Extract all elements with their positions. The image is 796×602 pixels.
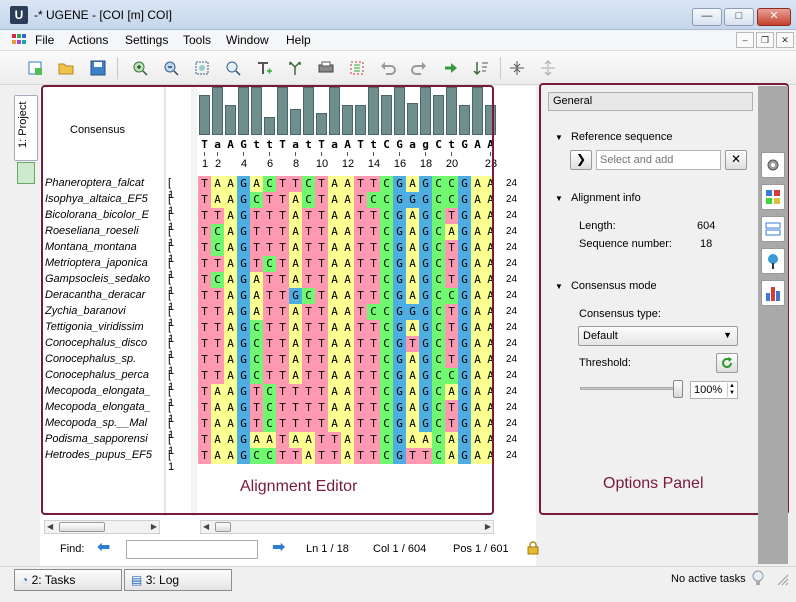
- menu-file[interactable]: File: [35, 33, 54, 47]
- resize-grip-icon[interactable]: [774, 571, 790, 587]
- build-tree-icon[interactable]: [286, 59, 304, 77]
- project-tab-label: 1: Project: [17, 101, 29, 148]
- reset-zoom-icon[interactable]: [224, 59, 242, 77]
- ugene-logo-icon: U: [10, 6, 28, 24]
- find-input[interactable]: [126, 540, 258, 559]
- sequence-position: Pos 1 / 601: [453, 543, 509, 555]
- mdi-minimize-button[interactable]: –: [736, 32, 754, 48]
- find-label: Find:: [60, 543, 85, 555]
- sequence-length: 24: [506, 194, 518, 205]
- redo-icon[interactable]: [410, 59, 428, 77]
- options-panel-highlight: [539, 83, 789, 515]
- pairwise-alignment-icon[interactable]: [761, 216, 785, 242]
- sequence-length: 24: [506, 354, 518, 365]
- toolbar-separator: [117, 57, 118, 79]
- clock-icon: ◔: [21, 573, 29, 587]
- log-tab[interactable]: ▤ 3: Log: [124, 569, 232, 591]
- scroll-left-icon[interactable]: ◀: [203, 522, 209, 531]
- undo-icon[interactable]: [379, 59, 397, 77]
- sequence-length: 24: [506, 386, 518, 397]
- tasks-tab[interactable]: ◔ 2: Tasks: [14, 569, 122, 591]
- menu-settings[interactable]: Settings: [125, 33, 168, 47]
- menu-help[interactable]: Help: [286, 33, 311, 47]
- print-icon[interactable]: [317, 59, 335, 77]
- sequence-length: 24: [506, 418, 518, 429]
- sequence-length: 24: [506, 226, 518, 237]
- task-status: No active tasks: [671, 573, 746, 585]
- scroll-right-icon[interactable]: ▶: [151, 522, 157, 531]
- sequence-length: 24: [506, 290, 518, 301]
- zoom-to-selection-icon[interactable]: [193, 59, 211, 77]
- sequence-length: 24: [506, 434, 518, 445]
- alignment-editor-highlight: [41, 85, 494, 515]
- mdi-restore-button[interactable]: ❐: [756, 32, 774, 48]
- save-icon[interactable]: [89, 59, 107, 77]
- notification-bulb-icon[interactable]: [752, 570, 764, 586]
- select-region-icon[interactable]: [348, 59, 366, 77]
- window-menu-icon[interactable]: [12, 34, 26, 46]
- tasks-tab-label: 2: Tasks: [31, 573, 76, 587]
- options-panel-caption: Options Panel: [603, 475, 704, 492]
- add-text-icon[interactable]: [255, 59, 273, 77]
- scroll-right-icon[interactable]: ▶: [485, 522, 491, 531]
- lock-icon[interactable]: [527, 541, 539, 555]
- scrollbar-thumb[interactable]: [59, 522, 105, 532]
- collapse-icon[interactable]: [508, 59, 526, 77]
- zoom-out-icon[interactable]: [162, 59, 180, 77]
- find-previous-icon[interactable]: ⬅: [97, 540, 113, 557]
- scroll-left-icon[interactable]: ◀: [47, 522, 53, 531]
- settings-icon[interactable]: [761, 152, 785, 178]
- column-position: Col 1 / 604: [373, 543, 427, 555]
- sequence-length: 24: [506, 274, 518, 285]
- statistics-icon[interactable]: [761, 280, 785, 306]
- book-icon: ▤: [131, 573, 143, 587]
- project-view-icon[interactable]: [17, 162, 35, 184]
- sequence-length: 24: [506, 242, 518, 253]
- sequence-length: 24: [506, 178, 518, 189]
- tree-settings-icon[interactable]: [761, 248, 785, 274]
- sequence-length: 24: [506, 322, 518, 333]
- sequence-length: 24: [506, 338, 518, 349]
- log-tab-label: 3: Log: [145, 573, 180, 587]
- sequence-length: 24: [506, 258, 518, 269]
- new-document-icon[interactable]: [26, 59, 44, 77]
- open-folder-icon[interactable]: [57, 59, 75, 77]
- menu-window[interactable]: Window: [226, 33, 269, 47]
- alignment-editor-caption: Alignment Editor: [240, 478, 358, 495]
- sequence-length: 24: [506, 306, 518, 317]
- menu-tools[interactable]: Tools: [183, 33, 211, 47]
- toolbar: [0, 51, 796, 85]
- minimize-button[interactable]: —: [692, 8, 722, 26]
- sequence-length: 24: [506, 370, 518, 381]
- menu-actions[interactable]: Actions: [69, 33, 108, 47]
- sort-icon[interactable]: [472, 59, 490, 77]
- alignment-horizontal-scrollbar[interactable]: ◀ ▶: [200, 520, 494, 534]
- color-scheme-icon[interactable]: [761, 184, 785, 210]
- expand-icon[interactable]: [539, 59, 557, 77]
- go-right-icon[interactable]: [441, 59, 459, 77]
- sequence-length: 24: [506, 210, 518, 221]
- zoom-in-icon[interactable]: [131, 59, 149, 77]
- find-next-icon[interactable]: ➡: [272, 540, 288, 557]
- sequence-length: 24: [506, 402, 518, 413]
- menu-bar: File Actions Settings Tools Window Help …: [0, 30, 796, 51]
- names-horizontal-scrollbar[interactable]: ◀ ▶: [44, 520, 160, 534]
- mdi-close-button[interactable]: ✕: [776, 32, 794, 48]
- line-position: Ln 1 / 18: [306, 543, 349, 555]
- project-tab[interactable]: 1: Project: [14, 95, 38, 161]
- scrollbar-thumb[interactable]: [215, 522, 231, 532]
- title-bar: U -* UGENE - [COI [m] COI] — □ ✕: [0, 0, 796, 30]
- toolbar-separator: [500, 57, 501, 79]
- sequence-length: 24: [506, 450, 518, 461]
- maximize-button[interactable]: □: [724, 8, 754, 26]
- window-title: -* UGENE - [COI [m] COI]: [34, 8, 173, 22]
- close-button[interactable]: ✕: [757, 8, 791, 26]
